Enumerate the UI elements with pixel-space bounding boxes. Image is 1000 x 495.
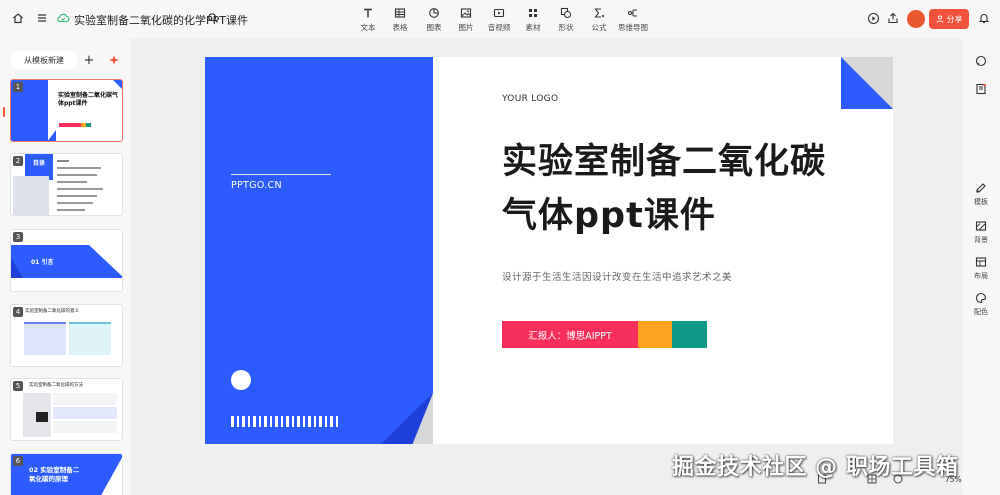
template-label: 模板: [974, 198, 988, 206]
slide-thumbnail-5[interactable]: 5 实验室制备二氧化碳的方法: [10, 378, 123, 441]
thumb-bar: [86, 123, 91, 127]
slide-number: 3: [13, 232, 23, 242]
document-title[interactable]: 实验室制备二氧化碳的化学PPT课件: [74, 12, 248, 28]
thumb-title: 01 引言: [31, 259, 54, 266]
slide-thumbnail-1[interactable]: 1 实验室制备二氧化碳气体ppt课件: [10, 79, 123, 142]
background-icon: [962, 219, 1000, 233]
slide-thumbnail-6[interactable]: 6 02 实验室制备二氧化碳的原理: [10, 453, 123, 495]
home-icon[interactable]: [10, 10, 26, 26]
ai-sparkle-icon[interactable]: [105, 51, 123, 69]
template-icon: [962, 181, 1000, 195]
slide-number: 6: [13, 456, 23, 466]
slide-thumbnail-panel: 从模板新建 + 1 实验室制备二氧化碳气体ppt课件 2 目录 3 01 引言 …: [0, 38, 130, 495]
thumb-photo-object: [36, 412, 48, 422]
notes-button[interactable]: [962, 82, 1000, 96]
slide-title-line-2: 气体ppt课件: [502, 196, 716, 236]
template-panel-button[interactable]: 模板: [962, 181, 1000, 207]
palette-panel-button[interactable]: 配色: [962, 291, 1000, 317]
chat-bubble-icon: [962, 54, 1000, 68]
avatar[interactable]: [907, 10, 925, 28]
share-button[interactable]: 分享: [929, 9, 969, 29]
play-icon[interactable]: [865, 10, 881, 26]
slide-number: 4: [13, 307, 23, 317]
watermark-text: 掘金技术社区 @ 职场工具箱: [672, 455, 959, 480]
slide-url-text[interactable]: PPTGO.CN: [231, 180, 282, 191]
thumb-title: 目录: [33, 160, 46, 167]
thumb-bar: [59, 123, 81, 127]
thumb-title: 实验室制备二氧化碳的意义: [25, 309, 79, 314]
white-circle-decoration: [231, 370, 251, 390]
palette-icon: [962, 291, 1000, 305]
new-from-template-button[interactable]: 从模板新建: [11, 51, 77, 69]
notification-bell-icon[interactable]: [976, 10, 992, 26]
share-label: 分享: [946, 14, 963, 24]
slide-title[interactable]: 实验室制备二氧化碳 气体ppt课件: [502, 135, 862, 243]
thumb-row: [53, 407, 117, 419]
thumb-card: [24, 322, 66, 355]
right-tool-rail: 模板 背景 布局 配色: [962, 38, 1000, 495]
slide-subtitle[interactable]: 设计源于生活生活因设计改变在生活中追求艺术之美: [502, 269, 732, 283]
slide-thumbnail-2[interactable]: 2 目录: [10, 153, 123, 216]
thumb-photo: [13, 176, 49, 215]
thumb-card: [69, 322, 111, 355]
add-slide-icon[interactable]: +: [80, 51, 98, 69]
tool-mindmap-label: 思维导图: [618, 23, 648, 32]
background-panel-button[interactable]: 背景: [962, 219, 1000, 245]
search-icon[interactable]: [205, 10, 221, 26]
current-slide-marker: [3, 107, 5, 117]
slide-blue-panel: PPTGO.CN: [205, 57, 433, 444]
thumb-row: [53, 393, 117, 405]
thumb-corner-decoration: [113, 80, 122, 90]
layout-icon: [962, 255, 1000, 269]
background-label: 背景: [974, 236, 988, 244]
orange-block: [638, 321, 672, 348]
slide-number: 5: [13, 381, 23, 391]
tool-mindmap[interactable]: 思维导图: [613, 6, 653, 33]
export-icon[interactable]: [885, 10, 901, 26]
reporter-label[interactable]: 汇报人：博思AIPPT: [502, 321, 638, 348]
slide-canvas: PPTGO.CN YOUR LOGO 实验室制备二氧化碳 气体ppt课件 设计源…: [130, 38, 962, 495]
thumb-title: 实验室制备二氧化碳气体ppt课件: [58, 92, 119, 107]
slide-logo-text[interactable]: YOUR LOGO: [502, 94, 558, 104]
thumb-title: 02 实验室制备二氧化碳的原理: [29, 466, 80, 483]
slide-number: 2: [13, 156, 23, 166]
menu-icon[interactable]: [34, 10, 50, 26]
palette-label: 配色: [974, 308, 988, 316]
slide-thumbnail-3[interactable]: 3 01 引言: [10, 229, 123, 292]
slide-title-line-1: 实验室制备二氧化碳: [502, 142, 827, 182]
slide-thumbnail-4[interactable]: 4 实验室制备二氧化碳的意义: [10, 304, 123, 367]
stripe-decoration: [231, 416, 338, 427]
top-toolbar: 实验室制备二氧化碳的化学PPT课件 文本 表格 图表 图片 音视频 素材 形状 …: [0, 0, 1000, 38]
layout-panel-button[interactable]: 布局: [962, 255, 1000, 281]
mindmap-icon: [613, 6, 653, 20]
thumb-corner-decoration: [47, 130, 56, 141]
slide-number: 1: [13, 82, 23, 92]
user-icon: [936, 15, 943, 23]
current-slide[interactable]: PPTGO.CN YOUR LOGO 实验室制备二氧化碳 气体ppt课件 设计源…: [205, 57, 893, 444]
thumb-row: [53, 421, 117, 433]
teal-block: [672, 321, 707, 348]
cloud-saved-icon: [55, 10, 71, 26]
notes-icon: [962, 82, 1000, 96]
thumb-title: 实验室制备二氧化碳的方法: [29, 383, 83, 388]
thumb-toc-lines: [57, 160, 117, 211]
layout-label: 布局: [974, 272, 988, 280]
url-underline: [231, 174, 331, 175]
comment-button[interactable]: [962, 54, 1000, 68]
